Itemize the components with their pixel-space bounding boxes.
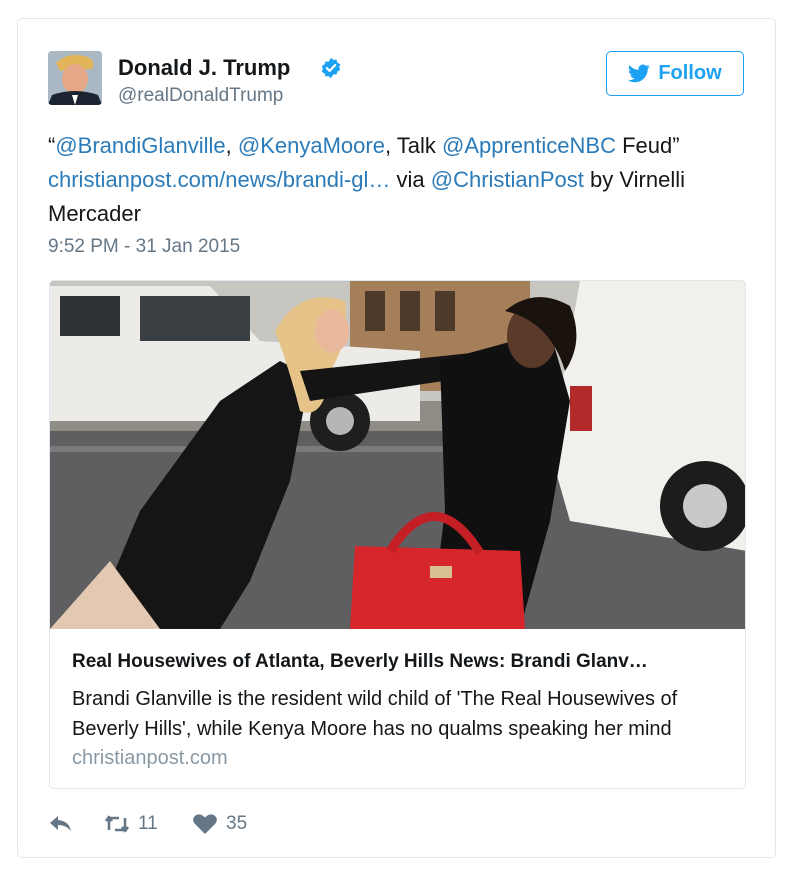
reply-icon (50, 816, 71, 831)
verified-badge-icon (321, 57, 341, 79)
retweet-button[interactable]: 11 (104, 813, 158, 835)
follow-label: Follow (658, 62, 722, 84)
tweet-text: “@BrandiGlanville, @KenyaMoore, Talk @Ap… (48, 133, 685, 226)
heart-icon (193, 814, 217, 834)
author-handle[interactable]: @realDonaldTrump (118, 85, 283, 107)
card-domain: christianpost.com (72, 747, 228, 769)
tweet-timestamp[interactable]: 9:52 PM - 31 Jan 2015 (48, 236, 240, 258)
avatar[interactable] (48, 51, 102, 105)
reply-button[interactable] (48, 813, 74, 835)
retweet-icon (104, 815, 130, 833)
like-count: 35 (226, 813, 248, 834)
tweet-card: Donald J. Trump @realDonaldTrump Follow … (17, 18, 776, 858)
url-link[interactable]: christianpost.com/news/brandi-gl… (48, 167, 390, 192)
like-button[interactable]: 35 (192, 813, 247, 835)
mention-link[interactable]: @KenyaMoore (238, 133, 385, 158)
retweet-count: 11 (138, 813, 158, 834)
follow-button[interactable]: Follow (606, 51, 744, 96)
mention-link[interactable]: @ApprenticeNBC (442, 133, 616, 158)
mention-link[interactable]: @BrandiGlanville (55, 133, 225, 158)
mention-link[interactable]: @ChristianPost (431, 167, 584, 192)
card-image (50, 281, 745, 629)
card-description: Brandi Glanville is the resident wild ch… (72, 688, 678, 740)
card-title[interactable]: Real Housewives of Atlanta, Beverly Hill… (72, 651, 732, 673)
twitter-bird-icon (628, 64, 650, 83)
author-name[interactable]: Donald J. Trump (118, 55, 290, 81)
link-preview-card[interactable]: Real Housewives of Atlanta, Beverly Hill… (49, 280, 746, 789)
